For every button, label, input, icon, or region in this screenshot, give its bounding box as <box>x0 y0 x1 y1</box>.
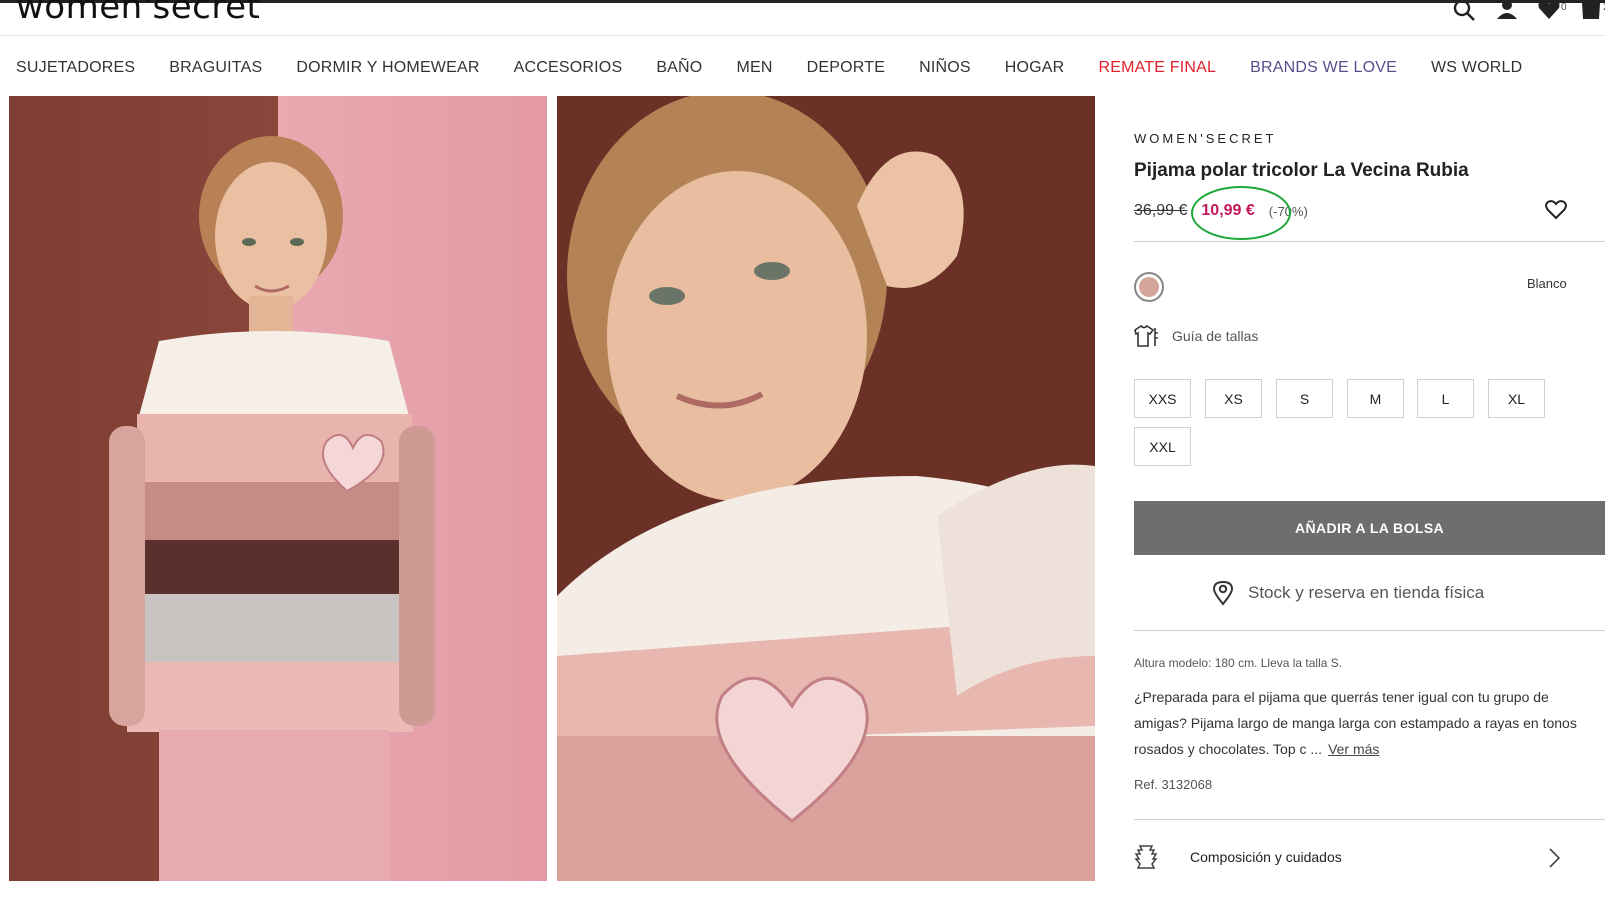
add-to-bag-button[interactable]: AÑADIR A LA BOLSA <box>1134 501 1605 555</box>
product-description: ¿Preparada para el pijama que querrás te… <box>1134 684 1605 762</box>
store-stock-link[interactable]: Stock y reserva en tienda física <box>1212 580 1484 606</box>
nav-item-accesorios[interactable]: ACCESORIOS <box>514 58 623 78</box>
search-icon[interactable] <box>1453 1 1479 23</box>
divider <box>1134 819 1605 820</box>
product-brand: WOMEN'SECRET <box>1134 131 1277 146</box>
size-option-l[interactable]: L <box>1417 379 1474 418</box>
see-more-link[interactable]: Ver más <box>1328 741 1379 757</box>
wishlist-count: 0 <box>1561 2 1567 13</box>
nav-item-ninos[interactable]: NIÑOS <box>919 58 971 78</box>
old-price: 36,99 € <box>1134 202 1188 219</box>
brand-logo[interactable]: women'secret <box>16 0 260 27</box>
product-reference: Ref. 3132068 <box>1134 777 1213 792</box>
tshirt-icon <box>1134 325 1158 347</box>
bag-icon[interactable]: 2 <box>1579 2 1605 23</box>
color-swatch[interactable] <box>1134 272 1164 302</box>
product-photo-closeup[interactable] <box>557 96 1095 881</box>
size-guide-link[interactable]: Guía de tallas <box>1134 324 1258 348</box>
nav-item-sujetadores[interactable]: SUJETADORES <box>16 58 135 78</box>
nav-item-remate-final[interactable]: REMATE FINAL <box>1098 58 1216 78</box>
header-icons: 0 2 <box>1453 1 1605 23</box>
price-row: 36,99 € 10,99 € (-70%) <box>1134 186 1308 240</box>
nav-item-ws-world[interactable]: WS WORLD <box>1431 58 1522 78</box>
nav-item-deporte[interactable]: DEPORTE <box>807 58 885 78</box>
top-bar: women'secret 0 2 <box>0 0 1605 36</box>
size-option-m[interactable]: M <box>1347 379 1404 418</box>
composition-care-label: Composición y cuidados <box>1190 849 1342 865</box>
nav-item-brands-we-love[interactable]: BRANDS WE LOVE <box>1250 58 1397 78</box>
selected-color-name: Blanco <box>1527 276 1567 291</box>
composition-care-row[interactable]: Composición y cuidados <box>1134 843 1605 871</box>
model-closeup-illustration <box>557 96 1095 881</box>
size-option-xs[interactable]: XS <box>1205 379 1262 418</box>
product-title: Pijama polar tricolor La Vecina Rubia <box>1134 160 1469 181</box>
heart-icon[interactable]: 0 <box>1537 1 1567 23</box>
nav-item-hogar[interactable]: HOGAR <box>1005 58 1065 78</box>
size-guide-label: Guía de tallas <box>1172 328 1259 344</box>
fabric-care-icon <box>1134 845 1158 869</box>
size-option-xxs[interactable]: XXS <box>1134 379 1191 418</box>
store-stock-label: Stock y reserva en tienda física <box>1248 583 1485 602</box>
user-icon[interactable] <box>1495 1 1521 23</box>
model-info: Altura modelo: 180 cm. Lleva la talla S. <box>1134 656 1343 670</box>
nav-item-bano[interactable]: BAÑO <box>656 58 702 78</box>
main-nav: SUJETADORES BRAGUITAS DORMIR Y HOMEWEAR … <box>16 58 1556 78</box>
size-option-xxl[interactable]: XXL <box>1134 427 1191 466</box>
product-details-panel: WOMEN'SECRET Pijama polar tricolor La Ve… <box>1134 96 1605 902</box>
model-illustration <box>9 96 547 881</box>
nav-item-braguitas[interactable]: BRAGUITAS <box>169 58 262 78</box>
divider <box>1134 241 1605 242</box>
size-option-s[interactable]: S <box>1276 379 1333 418</box>
size-option-xl[interactable]: XL <box>1488 379 1545 418</box>
divider <box>1134 630 1605 631</box>
wishlist-heart-icon[interactable] <box>1545 200 1567 225</box>
location-pin-icon <box>1212 580 1234 606</box>
product-photo-full-body[interactable] <box>9 96 547 881</box>
price-highlight-circle <box>1191 186 1291 240</box>
chevron-right-icon <box>1549 848 1561 868</box>
nav-item-dormir-homewear[interactable]: DORMIR Y HOMEWEAR <box>296 58 479 78</box>
nav-item-men[interactable]: MEN <box>736 58 772 78</box>
